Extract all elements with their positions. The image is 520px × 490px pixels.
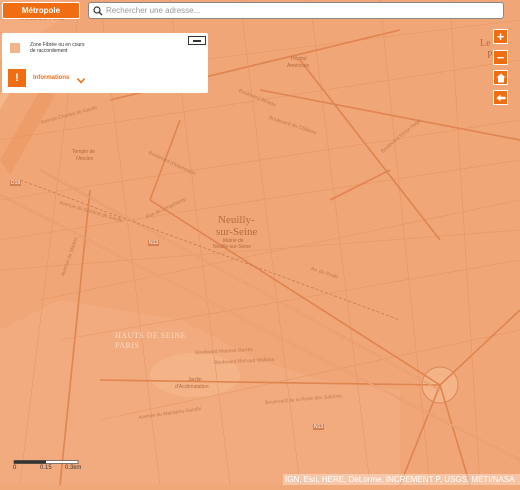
metropole-button[interactable]: Métropole: [2, 2, 80, 19]
zoom-out-button[interactable]: −: [493, 50, 508, 65]
label-bd-maurice: Boulevard Maurice Barrès: [195, 346, 254, 356]
minus-icon: [193, 39, 201, 42]
label-bd-richard: Boulevard Richard Wallace: [214, 356, 275, 366]
search-box[interactable]: Rechercher une adresse...: [88, 2, 504, 19]
home-button[interactable]: [493, 70, 508, 85]
legend-panel: Zone Fibrée ou en cours de raccordement …: [2, 33, 208, 93]
minimize-button[interactable]: [188, 36, 206, 45]
label-rue-longchamp: Rue de Longchamp: [145, 196, 188, 221]
label-bd-victor: Boulevard Victor Hugo: [380, 117, 423, 155]
label-paris: PARIS: [115, 341, 140, 350]
label-av-roule: Av. du Roule: [310, 266, 339, 281]
arrow-left-icon: [496, 94, 505, 101]
top-bar: Métropole Rechercher une adresse...: [0, 0, 520, 22]
legend-label-line2: de raccordement: [30, 48, 68, 54]
legend-item-label: Zone Fibrée ou en cours de raccordement: [30, 42, 110, 54]
label-av-general: Avenue du Général de Gaulle: [58, 200, 124, 224]
label-porte-sablons: Boulevard de la Porte des Sablons: [265, 393, 343, 406]
label-bd-chateau: Boulevard du Château: [268, 115, 318, 137]
label-hopital: Hôpital: [291, 56, 307, 62]
label-av-charles: Avenue Charles de Gaulle: [40, 104, 98, 126]
label-av-mahatma: Avenue du Mahatma Gandhi: [138, 406, 202, 421]
chevron-down-icon[interactable]: [76, 71, 86, 89]
search-icon: [91, 4, 105, 18]
scale-bar: 0 0.15 0.3km: [12, 460, 84, 474]
zoom-in-button[interactable]: +: [493, 29, 508, 44]
info-icon[interactable]: !: [8, 69, 26, 87]
label-d19: D19: [10, 180, 22, 186]
label-av-madrid: Avenue de Madrid: [60, 236, 80, 278]
label-jardin-2: d'Acclimatation: [175, 384, 209, 390]
label-levallois: Le: [480, 38, 491, 49]
label-n13-a: N13: [148, 240, 160, 246]
back-button[interactable]: [493, 90, 508, 105]
label-temple-2: l'Ancien: [76, 156, 94, 162]
label-bd-bineau: Boulevard Bineau: [237, 88, 277, 109]
home-icon: [496, 73, 505, 82]
label-neuilly-2: sur-Seine: [216, 226, 258, 238]
scale-label-1: 0.15: [40, 465, 52, 471]
label-neuilly: Neuilly-: [218, 214, 255, 226]
search-input[interactable]: Rechercher une adresse...: [106, 6, 200, 15]
label-mairie-2: Neuilly-sur-Seine: [213, 244, 252, 250]
attribution: IGN, Esri, HERE, DeLorme, INCREMENT P, U…: [283, 474, 520, 485]
scale-label-2: 0.3km: [65, 465, 82, 471]
scale-label-0: 0: [13, 465, 17, 471]
info-label[interactable]: Informations: [33, 75, 69, 81]
label-n13-b: N13: [313, 424, 325, 430]
label-bd-inkermann: Boulevard d'Inkermann: [147, 150, 197, 178]
legend-swatch: [10, 43, 20, 53]
label-hopital-2: Américain: [287, 63, 310, 69]
label-jardin: Jardin: [188, 377, 202, 383]
label-temple: Temple de: [72, 149, 96, 155]
label-hauts-de-seine: HAUTS DE SEINE: [115, 331, 186, 340]
